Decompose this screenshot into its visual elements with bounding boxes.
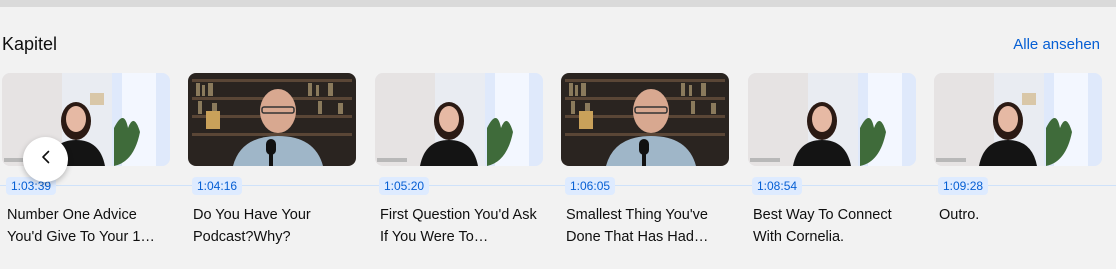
chapter-timestamp: 1:08:54 xyxy=(752,177,803,195)
chapter-title: First Question You'd Ask If You Were To… xyxy=(380,207,537,245)
section-title: Kapitel xyxy=(2,34,58,54)
chapter-timestamp: 1:05:20 xyxy=(379,177,430,195)
chapter-title: Number One Advice You'd Give To Your 1… xyxy=(7,207,155,245)
chapter-thumbnail xyxy=(188,73,356,166)
chapter-card[interactable]: 1:09:28 Outro. xyxy=(934,73,1102,253)
chapter-thumbnail xyxy=(561,73,729,166)
previous-chapters-button[interactable] xyxy=(23,137,68,182)
chapter-thumbnail xyxy=(748,73,916,166)
chapters-carousel: 1:03:39 Number One Advice You'd Give To … xyxy=(0,73,1116,263)
chevron-left-icon xyxy=(38,149,54,170)
chapter-title: Smallest Thing You've Done That Has Had… xyxy=(566,207,709,245)
chapter-timestamp: 1:06:05 xyxy=(565,177,616,195)
chapter-card[interactable]: 1:04:16 Do You Have Your Podcast?Why? xyxy=(188,73,356,253)
see-all-link[interactable]: Alle ansehen xyxy=(1013,36,1100,53)
chapter-card[interactable]: 1:06:05 Smallest Thing You've Done That … xyxy=(561,73,729,253)
chapter-timestamp: 1:09:28 xyxy=(938,177,989,195)
chapter-title: Best Way To Connect With Cornelia. xyxy=(753,207,892,245)
top-divider xyxy=(0,0,1116,7)
chapter-thumbnail xyxy=(375,73,543,166)
chapter-thumbnail xyxy=(934,73,1102,166)
chapter-card[interactable]: 1:05:20 First Question You'd Ask If You … xyxy=(375,73,543,253)
chapter-timestamp: 1:04:16 xyxy=(192,177,243,195)
chapter-card[interactable]: 1:08:54 Best Way To Connect With Corneli… xyxy=(748,73,916,253)
chapter-title: Outro. xyxy=(939,207,980,223)
chapter-title: Do You Have Your Podcast?Why? xyxy=(193,207,311,245)
